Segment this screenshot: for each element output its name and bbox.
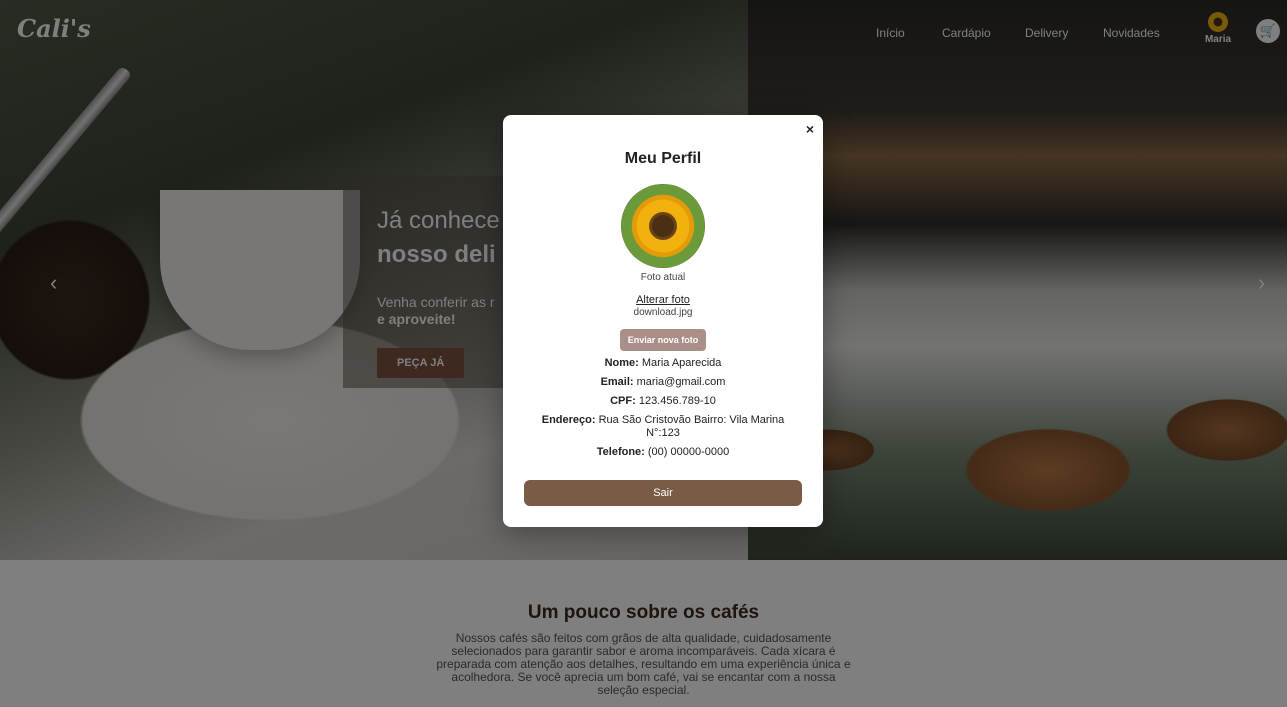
change-photo-link[interactable]: Alterar foto <box>503 294 823 306</box>
field-label: Nome: <box>604 357 639 369</box>
field-cpf: CPF: 123.456.789-10 <box>503 395 823 408</box>
logout-button[interactable]: Sair <box>524 480 802 506</box>
field-label: Email: <box>600 376 634 388</box>
modal-title: Meu Perfil <box>624 150 702 167</box>
field-label: Endereço: <box>541 414 596 426</box>
field-value: Rua São Cristovão Bairro: Vila Marina N°… <box>598 414 785 439</box>
field-label: Telefone: <box>596 446 645 458</box>
field-email: Email: maria@gmail.com <box>503 376 823 389</box>
photo-caption: Foto atual <box>640 272 686 283</box>
field-value: Maria Aparecida <box>641 357 722 369</box>
page: Já conhece nosso deli Venha conferir as … <box>0 0 1287 707</box>
field-nome: Nome: Maria Aparecida <box>503 357 823 370</box>
profile-modal: × Meu Perfil Foto atual Alterar foto dow… <box>503 115 823 527</box>
field-telefone: Telefone: (00) 00000-0000 <box>503 446 823 459</box>
field-value: maria@gmail.com <box>636 376 726 388</box>
close-icon[interactable]: × <box>806 121 814 137</box>
send-photo-button[interactable]: Enviar nova foto <box>619 329 707 351</box>
field-value: 123.456.789-10 <box>638 395 716 407</box>
field-value: (00) 00000-0000 <box>647 446 730 458</box>
selected-filename: download.jpg <box>633 307 693 318</box>
field-label: CPF: <box>610 395 636 407</box>
field-endereco: Endereço: Rua São Cristovão Bairro: Vila… <box>533 414 793 440</box>
profile-photo <box>621 184 705 268</box>
